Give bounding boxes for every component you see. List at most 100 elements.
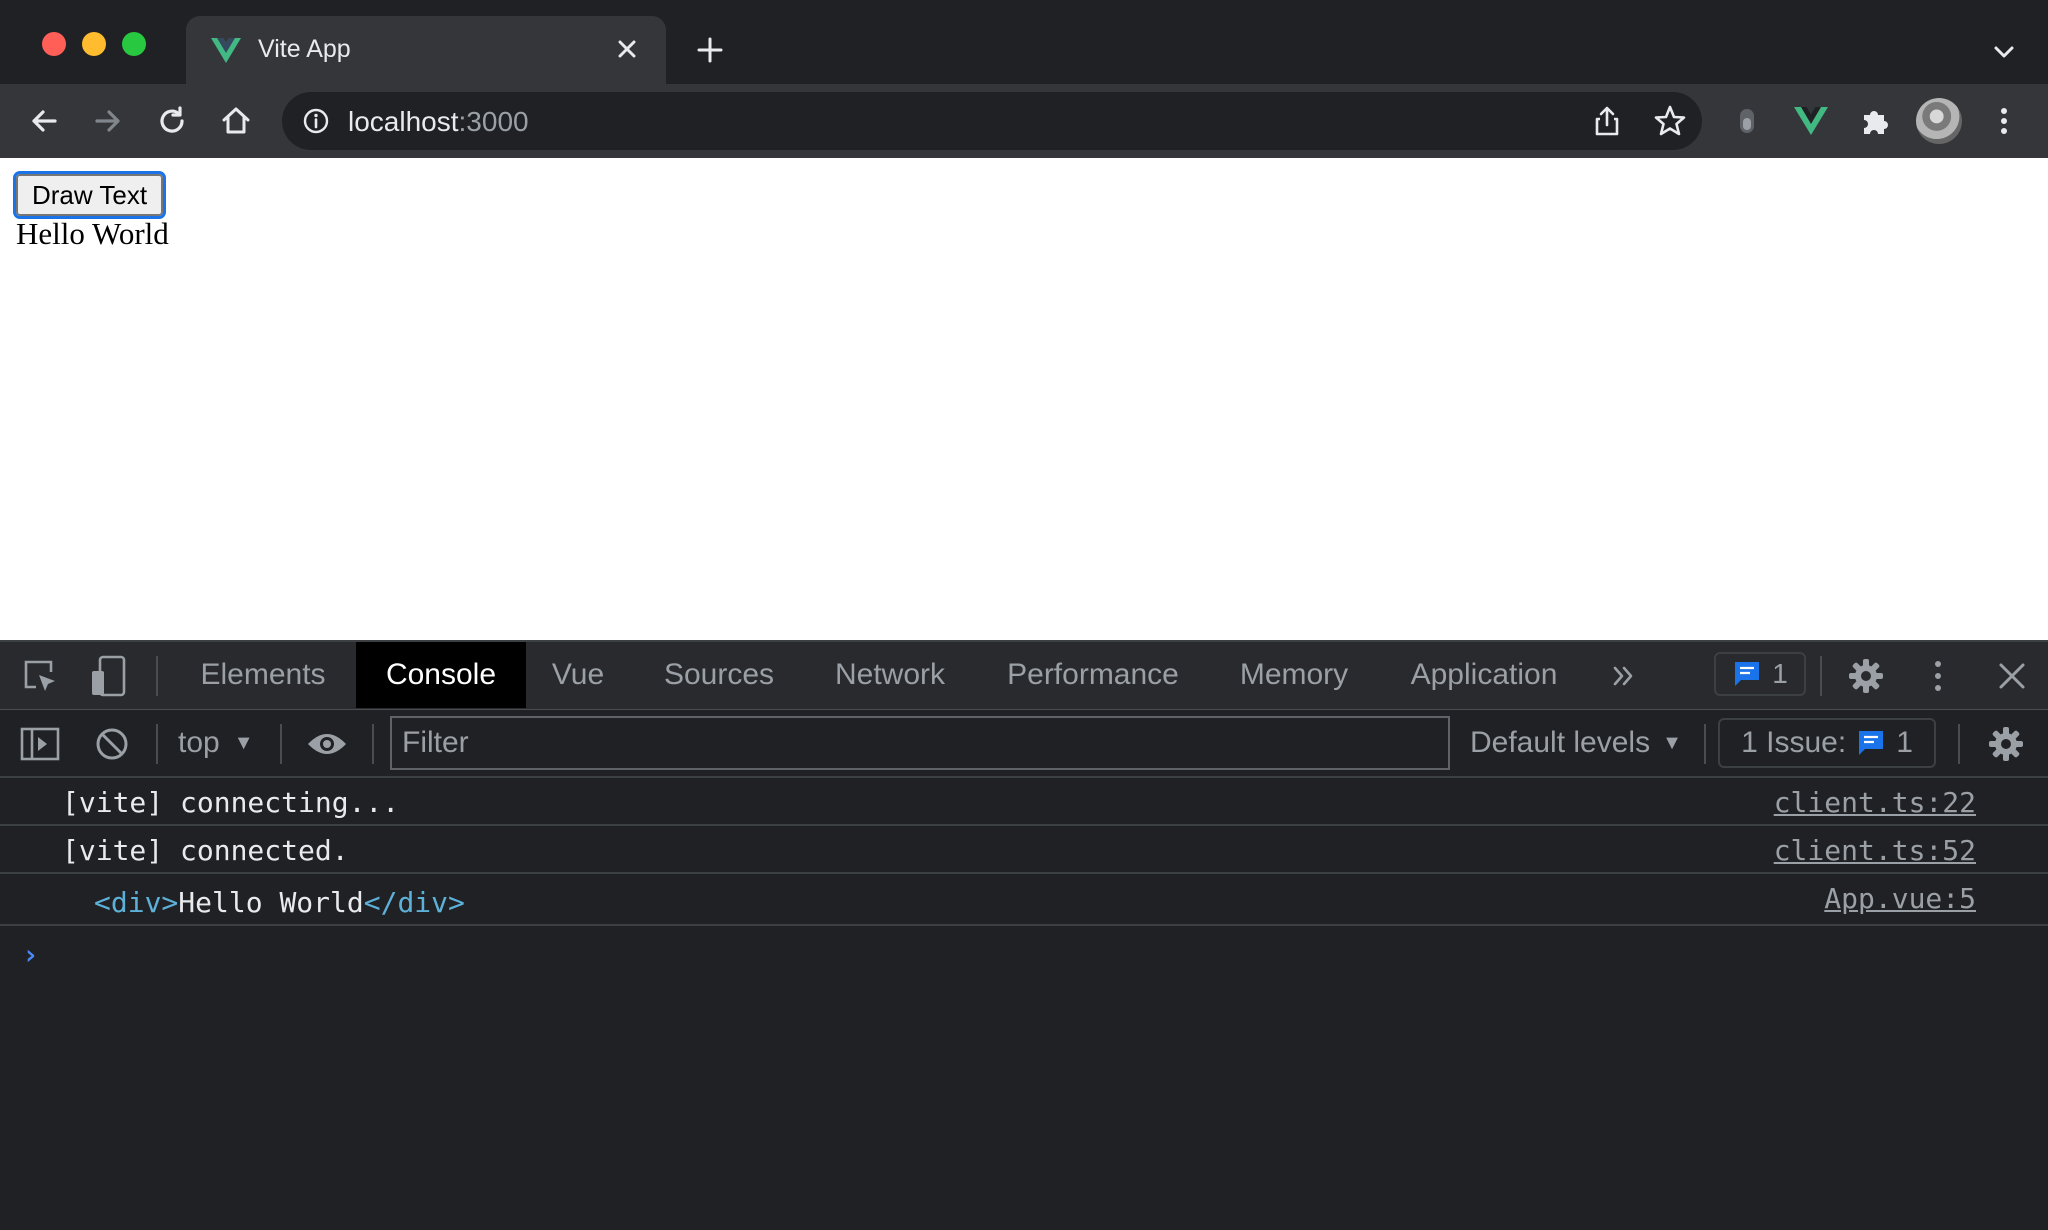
browser-window: Vite App localhost:3000 Draw Text Hello … xyxy=(0,0,2048,1230)
vue-logo-icon xyxy=(211,38,241,63)
info-icon[interactable] xyxy=(302,107,330,135)
gear-icon xyxy=(1849,659,1883,693)
tab-vue[interactable]: Vue xyxy=(536,642,620,708)
context-label: top xyxy=(178,726,220,759)
devtools-settings-button[interactable] xyxy=(1846,656,1886,696)
issues-count: 1 xyxy=(1772,658,1788,689)
arrow-right-icon xyxy=(95,110,120,132)
console-messages: [vite] connecting... client.ts:22 [vite]… xyxy=(0,778,2048,971)
console-message: [vite] connected. client.ts:52 xyxy=(0,826,2048,874)
more-tabs-button[interactable] xyxy=(1606,658,1642,694)
browser-menu-button[interactable] xyxy=(1982,99,2026,143)
block-icon xyxy=(96,728,128,760)
more-vertical-icon xyxy=(1935,661,1941,691)
toolbar-separator xyxy=(1958,724,1960,764)
html-inner-text: Hello World xyxy=(178,886,364,919)
browser-tab[interactable]: Vite App xyxy=(186,16,666,84)
console-sidebar-button[interactable] xyxy=(18,722,62,766)
eye-icon xyxy=(308,734,346,754)
extension-grey-icon xyxy=(1740,109,1754,133)
more-vertical-icon xyxy=(2001,108,2007,134)
tab-sources[interactable]: Sources xyxy=(642,642,796,708)
chevron-down-icon[interactable] xyxy=(1986,34,2022,70)
clear-console-button[interactable] xyxy=(90,722,134,766)
devtools-panel: Elements Console Vue Sources Network Per… xyxy=(0,640,2048,1230)
log-levels-dropdown[interactable]: Default levels ▼ xyxy=(1470,726,1682,760)
tab-strip: Vite App xyxy=(0,0,2048,84)
bookmark-star-icon[interactable] xyxy=(1652,103,1688,139)
address-bar[interactable]: localhost:3000 xyxy=(282,92,1702,150)
url-port: :3000 xyxy=(458,106,529,137)
issues-label: 1 Issue: xyxy=(1741,726,1847,759)
context-selector[interactable]: top ▼ xyxy=(178,726,254,760)
tab-separator xyxy=(156,656,158,696)
inspect-cursor-icon xyxy=(24,660,55,691)
log-levels-label: Default levels xyxy=(1470,726,1651,759)
toolbar-separator xyxy=(156,724,158,764)
home-button[interactable] xyxy=(214,99,258,143)
toolbar-separator xyxy=(280,724,282,764)
console-prompt-icon[interactable]: › xyxy=(22,938,39,971)
vue-devtools-extension-button[interactable] xyxy=(1789,99,1833,143)
sidebar-toggle-icon xyxy=(20,727,60,761)
console-message-text: [vite] connecting... xyxy=(62,786,400,819)
window-zoom-button[interactable] xyxy=(122,32,146,56)
console-source-link[interactable]: client.ts:52 xyxy=(1774,834,1976,867)
tab-performance[interactable]: Performance xyxy=(994,642,1192,708)
window-minimize-button[interactable] xyxy=(82,32,106,56)
inspect-element-button[interactable] xyxy=(20,656,60,696)
tab-elements[interactable]: Elements xyxy=(180,642,346,708)
share-icon[interactable] xyxy=(1590,104,1624,138)
page-viewport: Draw Text Hello World xyxy=(0,158,2048,640)
dropdown-triangle-icon: ▼ xyxy=(1662,732,1682,754)
console-message: <div>Hello World</div> App.vue:5 xyxy=(0,874,2048,926)
html-close-tag: </div> xyxy=(363,886,465,919)
console-toolbar: top ▼ Default levels ▼ 1 Issue: 1 xyxy=(0,710,2048,778)
issues-count: 1 xyxy=(1896,726,1913,759)
new-tab-icon[interactable] xyxy=(690,30,730,70)
tab-application[interactable]: Application xyxy=(1396,642,1572,708)
devtools-more-button[interactable] xyxy=(1918,656,1958,696)
console-dom-node[interactable]: <div>Hello World</div> xyxy=(94,886,465,919)
dropdown-triangle-icon: ▼ xyxy=(233,732,254,754)
devtools-tab-bar: Elements Console Vue Sources Network Per… xyxy=(0,642,2048,710)
html-open-tag: <div> xyxy=(94,886,179,919)
device-mode-icon xyxy=(92,655,126,697)
console-filter-input[interactable] xyxy=(390,716,1450,770)
live-expression-button[interactable] xyxy=(304,722,350,766)
toolbar-separator xyxy=(372,724,374,764)
reload-button[interactable] xyxy=(150,99,194,143)
home-icon xyxy=(222,107,250,134)
window-close-button[interactable] xyxy=(42,32,66,56)
console-source-link[interactable]: client.ts:22 xyxy=(1774,786,1976,819)
toolbar-separator xyxy=(1704,724,1706,764)
console-source-link[interactable]: App.vue:5 xyxy=(1824,882,1976,915)
tab-separator xyxy=(1820,656,1822,696)
extensions-menu-button[interactable] xyxy=(1854,99,1898,143)
close-devtools-button[interactable] xyxy=(1992,656,2032,696)
extension-button[interactable] xyxy=(1725,99,1769,143)
console-settings-button[interactable] xyxy=(1986,724,2026,764)
close-tab-icon[interactable] xyxy=(608,30,646,68)
reload-icon xyxy=(160,106,184,133)
url-host: localhost xyxy=(348,106,459,137)
device-toolbar-button[interactable] xyxy=(86,654,130,698)
profile-avatar[interactable] xyxy=(1916,98,1962,144)
gear-icon xyxy=(1989,727,2023,761)
arrow-left-icon xyxy=(32,110,57,132)
tab-memory[interactable]: Memory xyxy=(1224,642,1364,708)
vue-extension-icon xyxy=(1794,107,1828,135)
issues-counter-button[interactable]: 1 xyxy=(1714,652,1806,696)
address-url: localhost:3000 xyxy=(348,106,529,138)
tab-network[interactable]: Network xyxy=(818,642,962,708)
draw-text-button[interactable]: Draw Text xyxy=(12,171,167,219)
tab-console[interactable]: Console xyxy=(356,642,526,708)
tab-title: Vite App xyxy=(258,35,351,63)
message-icon xyxy=(1859,731,1884,755)
issues-button[interactable]: 1 Issue: 1 xyxy=(1718,718,1936,768)
puzzle-piece-icon xyxy=(1864,111,1888,134)
forward-button[interactable] xyxy=(86,99,130,143)
close-icon xyxy=(1999,663,2025,689)
message-icon xyxy=(1735,662,1760,686)
back-button[interactable] xyxy=(22,99,66,143)
